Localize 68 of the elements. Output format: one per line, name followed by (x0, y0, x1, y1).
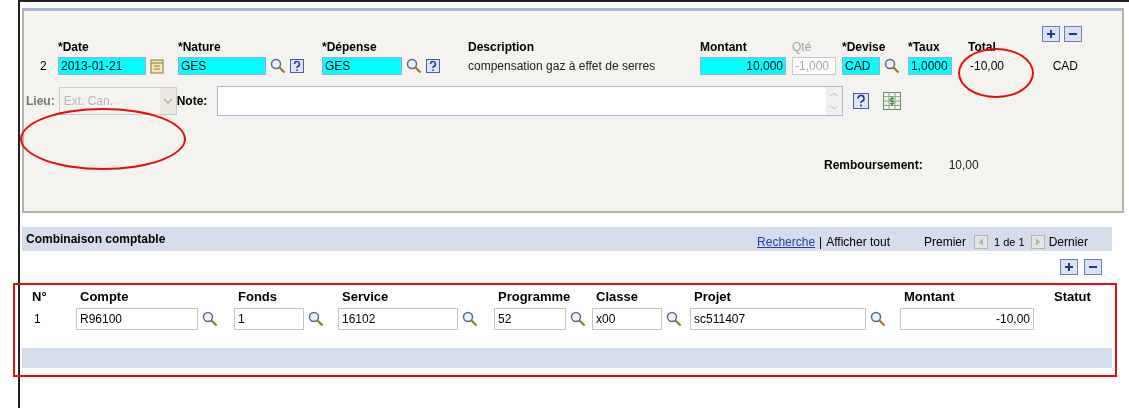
plus-icon (1045, 28, 1057, 40)
column-header: Montant (903, 289, 956, 304)
last-page-text: Dernier (1048, 235, 1088, 249)
show-all-link[interactable]: Afficher tout (826, 235, 891, 249)
column-header: Description (468, 40, 535, 54)
row-number: 1 (33, 312, 42, 326)
lieu-label: Lieu: (26, 94, 55, 108)
reimbursement-label: Remboursement: (824, 158, 923, 172)
column-header: N° (31, 289, 48, 304)
depense-field[interactable]: GES (322, 57, 402, 75)
column-header: *Dépense (322, 40, 378, 54)
nature-field[interactable]: GES (178, 57, 266, 75)
search-icon[interactable] (308, 311, 324, 327)
column-header: Statut (1054, 289, 1092, 304)
column-header: Fonds (237, 289, 278, 304)
search-icon[interactable] (406, 58, 422, 74)
account-field[interactable]: R96100 (76, 308, 198, 330)
plus-icon (1063, 261, 1075, 273)
search-icon[interactable] (462, 311, 478, 327)
section-title: Combinaison comptable (26, 232, 166, 246)
calendar-icon[interactable] (150, 58, 164, 74)
column-header: Projet (693, 289, 732, 304)
column-header: *Taux (908, 40, 941, 54)
page-position: 1 de 1 (994, 236, 1025, 248)
column-header: *Date (58, 40, 90, 54)
column-header: Montant (700, 40, 748, 54)
search-icon[interactable] (884, 58, 900, 74)
account-field[interactable]: 16102 (338, 308, 458, 330)
column-header: *Nature (178, 40, 222, 54)
rate-field[interactable]: 1,0000 (908, 57, 952, 75)
account-field[interactable]: sc511407 (690, 308, 866, 330)
delete-row-button[interactable] (1084, 259, 1102, 275)
reimbursement-value: 10,00 (948, 158, 979, 172)
column-header: Classe (595, 289, 639, 304)
spreadsheet-icon[interactable] (883, 92, 902, 110)
column-header: *Devise (842, 40, 887, 54)
column-header: Service (341, 289, 390, 304)
search-icon[interactable] (570, 311, 586, 327)
search-icon[interactable] (270, 58, 286, 74)
currency-field[interactable]: CAD (842, 57, 880, 75)
help-icon[interactable] (290, 59, 304, 73)
note-label: Note: (176, 94, 208, 108)
account-field[interactable]: x00 (592, 308, 662, 330)
separator-text: | (819, 235, 823, 249)
search-icon[interactable] (870, 311, 886, 327)
date-field[interactable]: 2013-01-21 (58, 57, 146, 75)
help-icon[interactable] (426, 59, 440, 73)
first-page-text: Premier (924, 235, 967, 249)
add-row-button[interactable] (1042, 26, 1060, 42)
total-value: -10,00 (969, 59, 1006, 73)
search-icon[interactable] (666, 311, 682, 327)
amount-field[interactable]: 10,000 (700, 57, 786, 75)
add-row-button[interactable] (1060, 259, 1078, 275)
delete-row-button[interactable] (1064, 26, 1082, 42)
account-field[interactable]: 52 (494, 308, 566, 330)
column-header: Qté (792, 40, 813, 54)
amount-field[interactable]: -10,00 (900, 308, 1034, 330)
row-number: 2 (39, 59, 48, 73)
search-link[interactable]: Recherche (757, 235, 816, 249)
column-header: Compte (79, 289, 130, 304)
description-text: compensation gaz à effet de serres (468, 58, 657, 74)
search-icon[interactable] (202, 311, 218, 327)
account-field[interactable]: 1 (234, 308, 304, 330)
help-icon[interactable] (853, 93, 870, 109)
currency-text: CAD (1052, 59, 1078, 73)
column-header: Programme (497, 289, 572, 304)
chevron-icon (159, 88, 176, 114)
note-field[interactable] (217, 86, 844, 116)
